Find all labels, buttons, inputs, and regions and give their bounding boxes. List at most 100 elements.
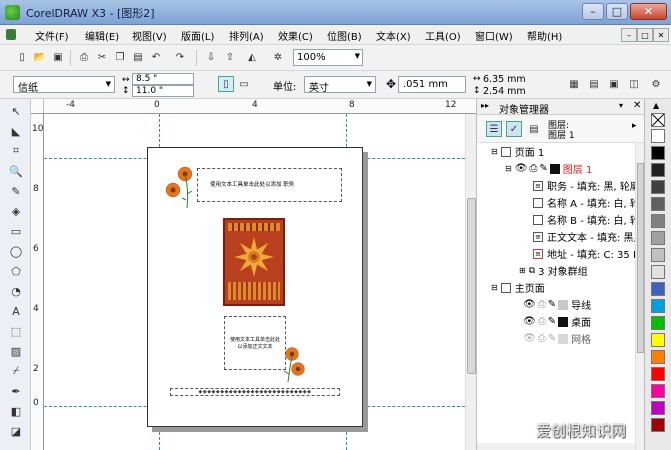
zoom-level-select[interactable]: 100% ▼ (293, 49, 363, 66)
document-page[interactable]: 使用文本工具单击此处以添加 职务 使用文本工具单击此处以添加正文文本 ◆◆◆◆◆… (147, 147, 363, 427)
pin-icon[interactable]: ▾ (619, 101, 623, 110)
scrollbar-thumb[interactable] (467, 198, 476, 374)
landscape-icon[interactable]: ▭ (236, 76, 252, 92)
pencil-icon[interactable]: ✎ (548, 299, 556, 310)
ellipse-tool-icon[interactable]: ◯ (8, 243, 24, 259)
portrait-icon[interactable]: ▯ (218, 76, 234, 92)
menu-arrange[interactable]: 排列(A) (229, 28, 264, 43)
duplicate-y-value[interactable]: 2.54 mm (483, 86, 526, 97)
tree-object-row[interactable]: ≡ 正文文本 - 填充: 黑, 与 (533, 228, 635, 245)
color-swatch[interactable] (651, 401, 665, 415)
application-launcher-icon[interactable]: ◭ (244, 49, 260, 65)
welcome-screen-icon[interactable]: ✲ (270, 49, 286, 65)
menu-help[interactable]: 帮助(H) (527, 28, 562, 43)
tree-object-row[interactable]: 名称 A - 填充: 白, 轮廓 (533, 194, 635, 211)
mdi-minimize-button[interactable]: – (621, 28, 637, 42)
collapse-arrows-icon[interactable]: ▸▸ (481, 101, 489, 110)
color-swatch[interactable] (651, 333, 665, 347)
printer-icon[interactable]: ⎙ (529, 163, 537, 174)
vertical-scrollbar[interactable] (465, 114, 476, 450)
page-height-input[interactable]: 11.0 " (132, 85, 194, 97)
eye-icon[interactable]: 👁 (515, 163, 528, 174)
palette-scroll-up-icon[interactable]: ▲ (653, 101, 659, 110)
tree-group-row[interactable]: ⊞ ⧉ 3 对象群组 (519, 262, 588, 279)
color-swatch[interactable] (651, 231, 665, 245)
snap-to-grid-icon[interactable]: ▦ (566, 76, 582, 92)
polygon-tool-icon[interactable]: ⬠ (8, 263, 24, 279)
flower-decoration-top[interactable] (163, 164, 199, 210)
new-icon[interactable]: ▯ (14, 49, 30, 65)
paper-type-select[interactable]: 信纸 ▼ (13, 76, 115, 94)
tree-page-row[interactable]: ⊟ 页面 1 (491, 143, 544, 160)
copy-icon[interactable]: ❐ (112, 49, 128, 65)
printer-icon[interactable]: ⎙ (538, 333, 546, 344)
save-icon[interactable]: ▣ (50, 49, 66, 65)
menu-tools[interactable]: 工具(O) (425, 28, 461, 43)
open-icon[interactable]: 📂 (32, 49, 48, 65)
pencil-icon[interactable]: ✎ (539, 163, 547, 174)
flower-decoration-bottom[interactable] (278, 344, 314, 384)
no-color-swatch[interactable] (651, 113, 665, 127)
color-swatch[interactable] (651, 282, 665, 296)
color-swatch[interactable] (651, 163, 665, 177)
interactive-fill-tool-icon[interactable]: ◪ (8, 423, 24, 439)
import-icon[interactable]: ⇩ (203, 49, 219, 65)
vertical-ruler[interactable]: 10 8 6 4 2 0 (31, 114, 44, 450)
tree-object-row[interactable]: ≡ 职务 - 填充: 黑, 轮廓: (533, 177, 635, 194)
text-tool-icon[interactable]: A (8, 303, 24, 319)
color-swatch[interactable] (651, 214, 665, 228)
expand-icon[interactable]: ⊞ (519, 266, 526, 275)
printer-icon[interactable]: ⎙ (538, 299, 546, 310)
paste-icon[interactable]: ▤ (130, 49, 146, 65)
page-width-input[interactable]: 8.5 " (132, 73, 194, 85)
tree-master-layer-row[interactable]: 👁 ⎙ ✎ 桌面 (523, 313, 591, 330)
color-swatch[interactable] (651, 146, 665, 160)
eye-icon[interactable]: 👁 (523, 316, 536, 327)
menu-window[interactable]: 窗口(W) (475, 28, 513, 43)
snap-to-guidelines-icon[interactable]: ▤ (586, 76, 602, 92)
body-text-box[interactable]: 使用文本工具单击此处以添加正文文本 (224, 316, 286, 370)
zoom-tool-icon[interactable]: 🔍 (8, 163, 24, 179)
tree-object-row[interactable]: ≡ 地址 - 填充: C: 35 M: (533, 245, 635, 262)
color-swatch[interactable] (651, 350, 665, 364)
docker-scrollbar-thumb[interactable] (637, 163, 644, 353)
tree-master-page-row[interactable]: ⊟ 主页面 (491, 279, 545, 296)
eye-icon[interactable]: 👁 (523, 299, 536, 310)
show-properties-icon[interactable]: ☰ (486, 121, 502, 137)
layer-manager-view-icon[interactable]: ▤ (526, 121, 542, 137)
pick-tool-icon[interactable]: ↖ (8, 103, 24, 119)
menu-text[interactable]: 文本(X) (376, 28, 411, 43)
interactive-blend-tool-icon[interactable]: ⬚ (8, 323, 24, 339)
menu-layout[interactable]: 版面(L) (181, 28, 214, 43)
unit-select[interactable]: 英寸 ▼ (304, 76, 376, 94)
eye-icon[interactable]: 👁 (523, 333, 536, 344)
color-swatch[interactable] (651, 265, 665, 279)
menu-edit[interactable]: 编辑(E) (85, 28, 119, 43)
docker-close-icon[interactable]: ✕ (633, 100, 641, 111)
color-swatch[interactable] (651, 299, 665, 313)
menu-file[interactable]: 文件(F) (35, 28, 69, 43)
mdi-restore-button[interactable]: □ (637, 28, 653, 42)
crop-tool-icon[interactable]: ⌗ (8, 143, 24, 159)
options-icon[interactable]: ⚙ (648, 76, 664, 92)
undo-icon[interactable]: ↶ (148, 49, 164, 65)
footer-address-box[interactable]: ◆◆◆◆◆◆◆◆◆◆◆◆◆◆◆◆◆◆◆◆◆◆◆◆◆◆ (170, 388, 340, 396)
mdi-close-button[interactable]: ✕ (653, 28, 669, 42)
header-text-box[interactable]: 使用文本工具单击此处以添加 职务 (197, 168, 342, 202)
pencil-icon[interactable]: ✎ (548, 333, 556, 344)
printer-icon[interactable]: ⎙ (538, 316, 546, 327)
outline-tool-icon[interactable]: ✒ (8, 383, 24, 399)
menu-effects[interactable]: 效果(C) (278, 28, 313, 43)
maximize-button[interactable]: □ (606, 3, 628, 20)
menu-bitmap[interactable]: 位图(B) (327, 28, 362, 43)
ruler-origin-icon[interactable] (31, 99, 44, 113)
collapse-icon[interactable]: ⊟ (491, 283, 498, 292)
docker-hscrollbar[interactable] (477, 443, 635, 450)
tree-object-row[interactable]: 名称 B - 填充: 白, 轮廓 (533, 211, 635, 228)
freehand-tool-icon[interactable]: ✎ (8, 183, 24, 199)
docker-menu-icon[interactable]: ▸ (632, 121, 637, 131)
duplicate-x-value[interactable]: 6.35 mm (483, 74, 526, 85)
edit-across-layers-icon[interactable]: ✓ (506, 121, 522, 137)
color-swatch[interactable] (651, 367, 665, 381)
redo-icon[interactable]: ↷ (172, 49, 188, 65)
